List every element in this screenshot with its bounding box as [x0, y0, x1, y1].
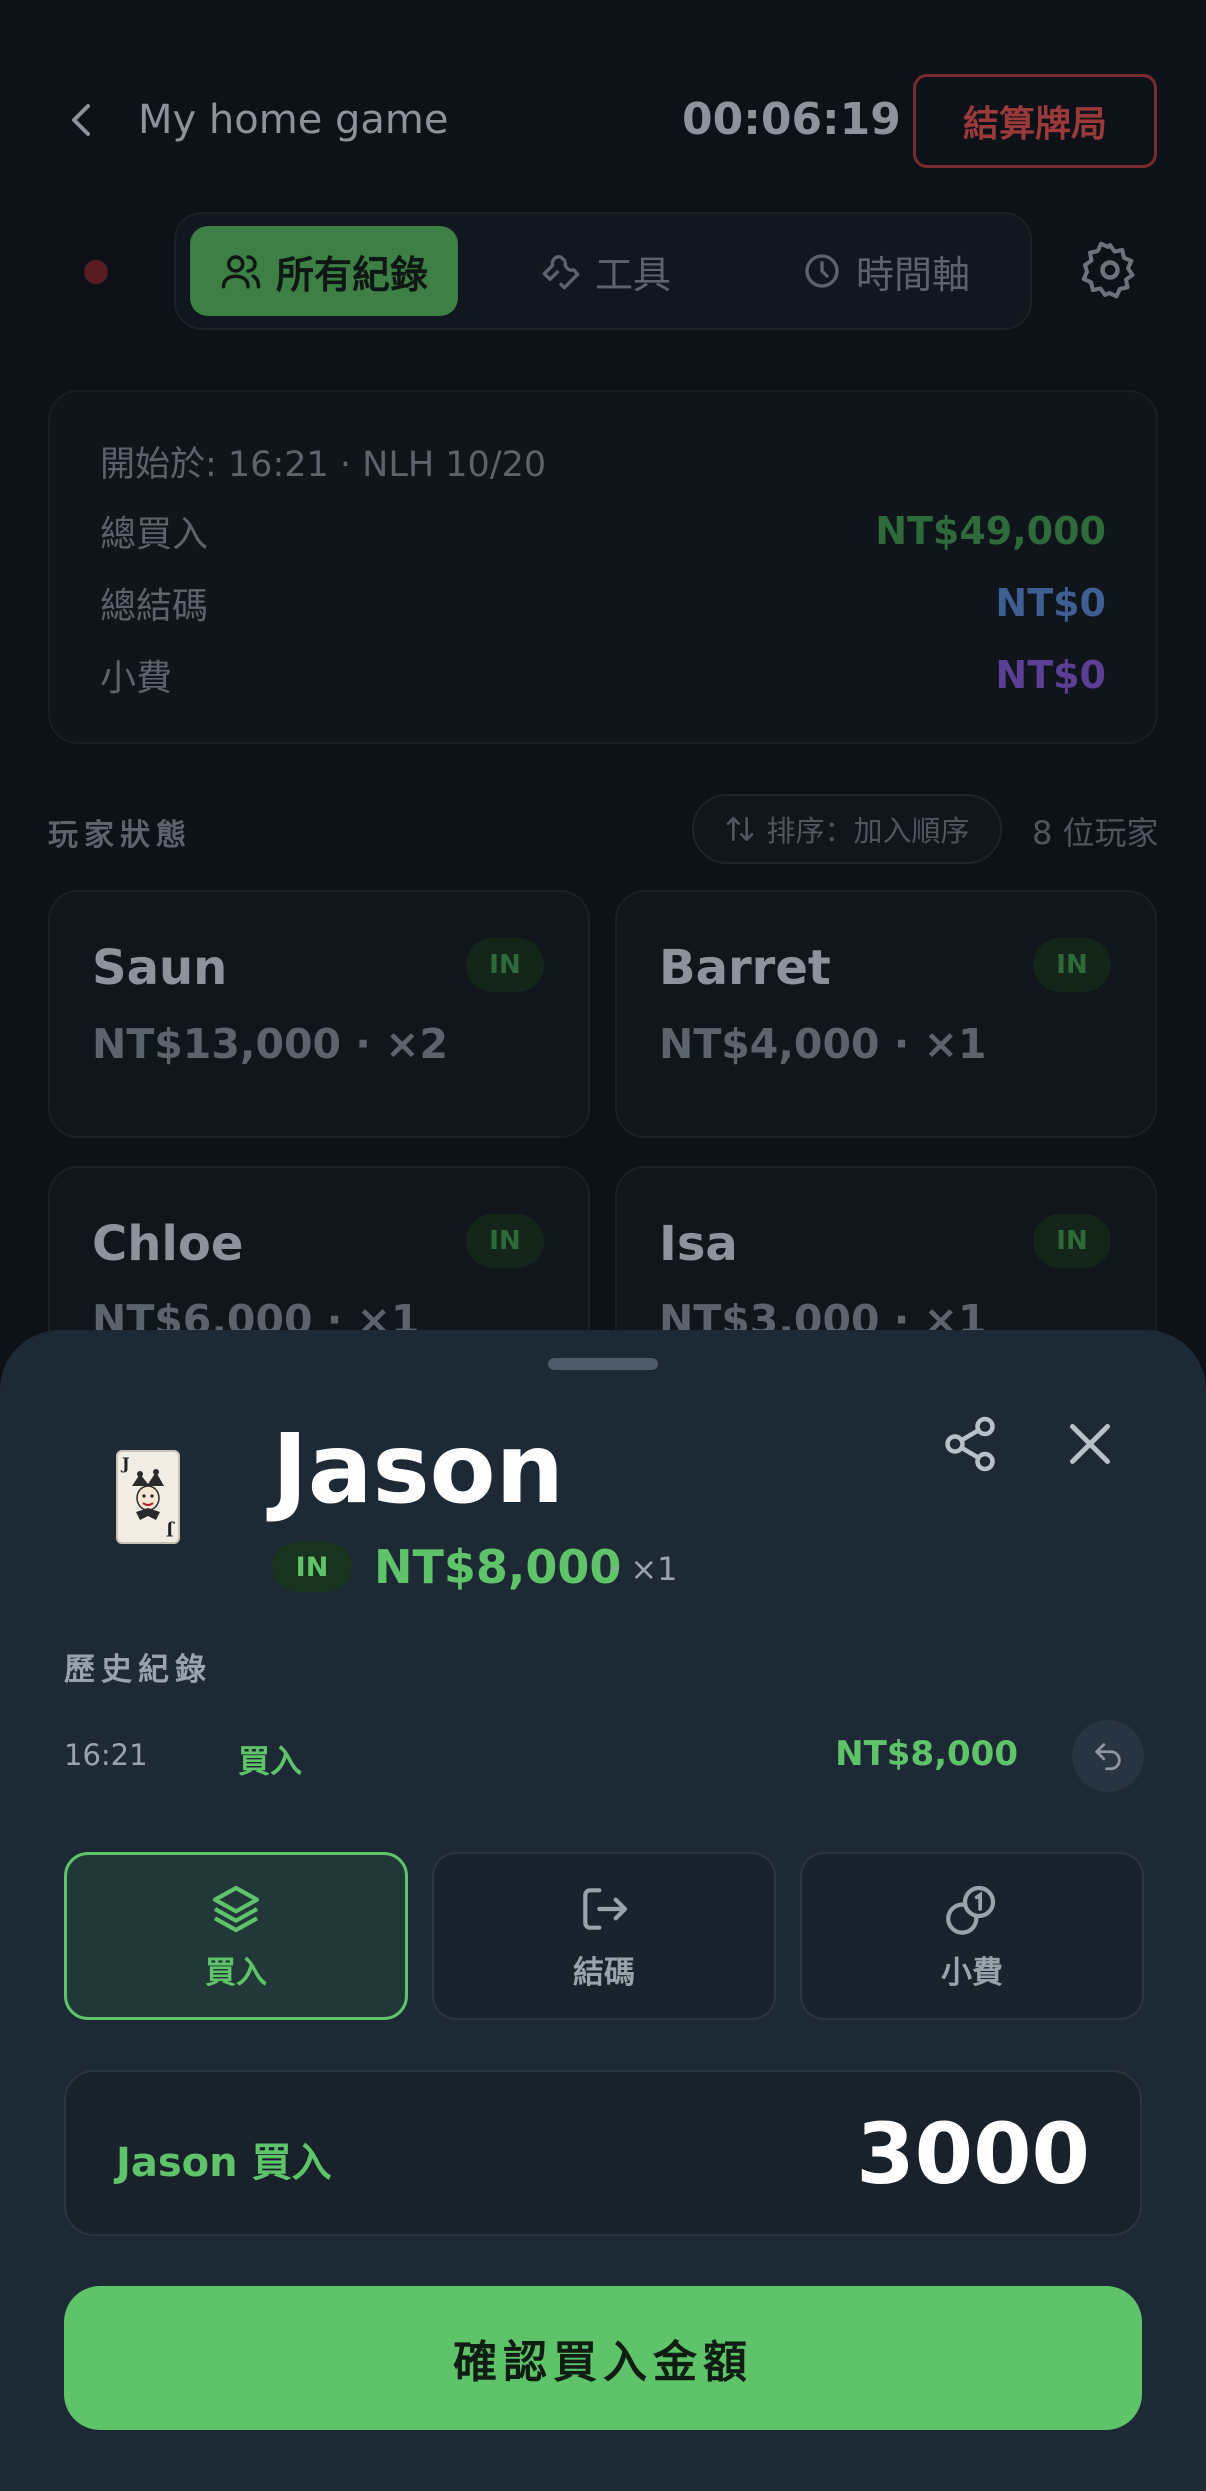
tips-label: 小費 [100, 658, 173, 699]
confirm-buyin-button[interactable]: 確認買入金額 [64, 2286, 1142, 2430]
logout-icon [583, 1887, 628, 1930]
coins-icon [946, 1885, 996, 1935]
total-buyin-row: 總買入 NT$49,000 [100, 506, 1106, 556]
game-title: My home game [138, 97, 449, 143]
player-count: 8 位玩家 [1032, 814, 1159, 852]
sort-button[interactable]: 排序：加入順序 [692, 794, 1002, 864]
player-name: Saun [92, 940, 228, 996]
history-amount: NT$8,000 [835, 1734, 1018, 1774]
clock-icon [805, 254, 839, 288]
recording-indicator [84, 260, 108, 284]
player-amount: NT$13,000 · ×2 [92, 1020, 449, 1068]
amount-value[interactable]: 3000 [856, 2104, 1090, 2204]
total-cashout-value: NT$0 [995, 581, 1106, 625]
status-badge: IN [1033, 1214, 1111, 1268]
tab-timeline[interactable]: 時間軸 [766, 226, 1006, 316]
status-badge: IN [1033, 938, 1111, 992]
tab-label: 所有紀錄 [275, 252, 428, 297]
settle-game-button[interactable]: 結算牌局 [913, 74, 1157, 168]
undo-button[interactable] [1072, 1720, 1144, 1792]
gear-icon[interactable] [1080, 240, 1140, 300]
player-avatar: J J [116, 1450, 180, 1544]
tab-all-records[interactable]: 所有紀錄 [190, 226, 458, 316]
status-badge: IN [466, 938, 544, 992]
player-amount: NT$4,000 · ×1 [659, 1020, 987, 1068]
sort-arrows-icon [727, 817, 754, 841]
total-buyin-value: NT$49,000 [875, 509, 1106, 553]
avatar-rank: J [166, 1521, 174, 1540]
status-badge: IN [466, 1214, 544, 1268]
action-label: 買入 [205, 1954, 267, 1991]
session-timer: 00:06:19 [682, 94, 901, 145]
tips-row: 小費 NT$0 [100, 650, 1106, 700]
cashout-action-button[interactable]: 結碼 [432, 1852, 776, 2020]
player-name: Isa [659, 1216, 738, 1272]
history-title: 歷史紀錄 [64, 1652, 212, 1688]
buyin-action-button[interactable]: 買入 [64, 1852, 408, 2020]
player-detail-sheet: J J Jason IN NT$8,000 · ×1 歷史紀錄 16:21 買入… [0, 1330, 1206, 2491]
users-icon [221, 255, 261, 289]
player-name: Barret [659, 940, 831, 996]
sheet-player-amount: NT$8,000 [374, 1540, 622, 1594]
layers-icon [212, 1885, 260, 1932]
total-cashout-label: 總結碼 [100, 586, 209, 627]
sort-label: 排序：加入順序 [766, 814, 970, 848]
total-buyin-label: 總買入 [100, 514, 209, 555]
tab-bar: 所有紀錄 工具 時間軸 [174, 212, 1032, 330]
status-badge: IN [272, 1542, 352, 1592]
players-section-title: 玩家狀態 [48, 818, 192, 853]
session-info: 開始於: 16:21 · NLH 10/20 [100, 445, 547, 485]
tab-label: 時間軸 [855, 252, 970, 297]
back-arrow-icon[interactable] [58, 96, 106, 144]
player-card[interactable]: Saun IN NT$13,000 · ×2 [48, 890, 590, 1138]
tab-label: 工具 [594, 252, 671, 297]
player-card[interactable]: Barret IN NT$4,000 · ×1 [615, 890, 1157, 1138]
sheet-buyin-count: · ×1 [610, 1550, 678, 1588]
action-label: 小費 [941, 1954, 1003, 1991]
history-type: 買入 [238, 1742, 303, 1780]
history-time: 16:21 [64, 1738, 148, 1772]
sheet-drag-handle[interactable] [548, 1358, 658, 1370]
sheet-player-name: Jason [272, 1413, 564, 1525]
total-cashout-row: 總結碼 NT$0 [100, 578, 1106, 628]
player-name: Chloe [92, 1216, 244, 1272]
share-icon[interactable] [940, 1414, 1000, 1474]
tip-action-button[interactable]: 小費 [800, 1852, 1144, 2020]
amount-input[interactable]: Jason 買入 3000 [64, 2070, 1142, 2236]
game-summary-card: 開始於: 16:21 · NLH 10/20 總買入 NT$49,000 總結碼… [48, 390, 1158, 744]
history-row: 16:21 買入 NT$8,000 [64, 1716, 1144, 1796]
amount-label: Jason 買入 [116, 2140, 332, 2186]
undo-icon [1095, 1743, 1121, 1771]
wrench-icon [542, 255, 580, 290]
close-icon[interactable] [1060, 1414, 1120, 1474]
tab-tools[interactable]: 工具 [496, 226, 716, 316]
tips-value: NT$0 [995, 653, 1106, 697]
action-label: 結碼 [573, 1954, 635, 1991]
